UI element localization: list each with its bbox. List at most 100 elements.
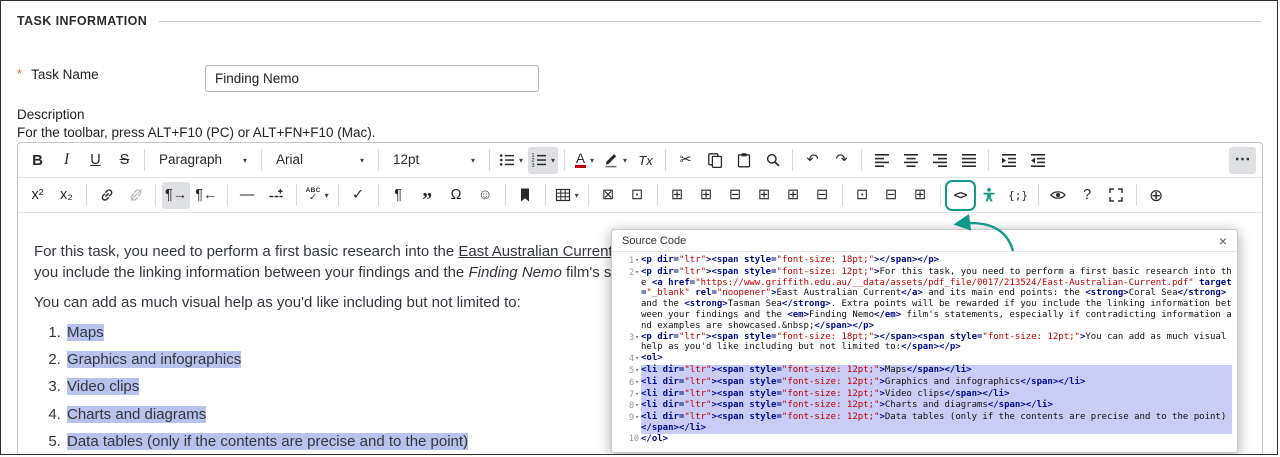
italic-button[interactable]: I	[53, 147, 80, 174]
help-button[interactable]: ?	[1074, 182, 1101, 209]
delete-column-button[interactable]: ⊟	[809, 182, 836, 209]
underline-button[interactable]: U	[82, 147, 109, 174]
italic-text: Finding Nemo	[468, 264, 562, 282]
fold-caret-icon[interactable]: ▾	[635, 366, 639, 374]
emoticons-button[interactable]: ☺	[472, 182, 499, 209]
remove-link-button[interactable]	[122, 182, 149, 209]
line-number: 3▾	[628, 332, 639, 343]
insert-column-before-button[interactable]: ⊞	[751, 182, 778, 209]
toolbar-separator	[261, 149, 262, 171]
cut-icon: ✂	[679, 151, 692, 168]
superscript-button[interactable]: x²	[24, 182, 51, 209]
help-icon: ?	[1083, 186, 1092, 203]
paste-button[interactable]	[730, 147, 757, 174]
undo-button[interactable]: ↶	[799, 147, 826, 174]
cut-button[interactable]: ✂	[672, 147, 699, 174]
fold-caret-icon[interactable]: ▾	[635, 378, 639, 386]
align-left-button[interactable]	[868, 147, 895, 174]
fold-caret-icon[interactable]: ▾	[635, 256, 639, 264]
east-australian-current-link[interactable]: East Australian Current	[458, 243, 612, 260]
page-break-button[interactable]	[263, 182, 290, 209]
delete-row-button[interactable]: ⊟	[722, 182, 749, 209]
clear-formatting-button[interactable]: Tx	[632, 147, 659, 174]
emoticons-icon: ☺	[477, 186, 493, 203]
insert-column-after-icon: ⊞	[787, 186, 800, 203]
delete-table-button[interactable]: ⊠	[595, 182, 622, 209]
text-color-button[interactable]: A ▾	[571, 147, 598, 174]
code-line: 9▾ <li dir="ltr"><span style="font-size: …	[614, 412, 1232, 434]
bold-button[interactable]: B	[24, 147, 51, 174]
fold-caret-icon[interactable]: ▾	[635, 401, 639, 409]
toolbar-separator	[656, 184, 658, 206]
superscript-icon: x²	[31, 186, 44, 203]
merge-cells-icon: ⊟	[885, 186, 898, 203]
format-select[interactable]: Paragraph ▾	[151, 147, 255, 174]
paragraph-marks-icon: ¶	[394, 186, 402, 203]
accessibility-checker-icon	[981, 187, 997, 203]
table-properties-button[interactable]: ⊡	[624, 182, 651, 209]
copy-button[interactable]	[701, 147, 728, 174]
task-name-input[interactable]	[205, 65, 539, 92]
special-character-button[interactable]: Ω	[443, 182, 470, 209]
align-right-button[interactable]	[926, 147, 953, 174]
split-cell-button[interactable]: ⊞	[907, 182, 934, 209]
code-text: <p dir="ltr"><span style="font-size: 18p…	[641, 331, 1232, 353]
spellcheck-button[interactable]: ABC ✓ ▾	[303, 182, 332, 209]
justify-button[interactable]	[955, 147, 982, 174]
merge-cells-button[interactable]: ⊟	[878, 182, 905, 209]
insert-button[interactable]: ⊕	[1143, 182, 1170, 209]
redo-button[interactable]: ↷	[828, 147, 855, 174]
insert-table-icon	[555, 187, 571, 203]
align-center-button[interactable]	[897, 147, 924, 174]
task-name-label: Task Name	[31, 67, 99, 82]
code-sample-button[interactable]: {;}	[1005, 182, 1032, 209]
blockquote-button[interactable]: ”	[414, 182, 441, 210]
outdent-button[interactable]	[1024, 147, 1051, 174]
insert-link-button[interactable]	[93, 182, 120, 209]
rtl-direction-button[interactable]: ¶←	[192, 182, 220, 209]
dropdown-caret-icon: ▾	[359, 155, 364, 165]
search-button[interactable]	[759, 147, 786, 174]
fold-caret-icon[interactable]: ▾	[635, 390, 639, 398]
strikethrough-button[interactable]: S	[111, 147, 138, 174]
close-icon[interactable]: ×	[1217, 234, 1229, 248]
font-family-select[interactable]: Arial ▾	[268, 147, 372, 174]
fold-caret-icon[interactable]: ▾	[635, 354, 639, 362]
subscript-button[interactable]: x₂	[53, 182, 80, 209]
cell-properties-button[interactable]: ⊡	[849, 182, 876, 209]
numbered-list-button[interactable]: ▾	[528, 146, 559, 174]
anchor-button[interactable]	[512, 182, 539, 209]
selected-text: Video clips	[67, 378, 140, 396]
line-number: 8▾	[628, 401, 639, 412]
code-line: 7▾ <li dir="ltr"><span style="font-size: …	[614, 388, 1232, 401]
insert-row-below-button[interactable]: ⊞	[693, 182, 720, 209]
fullscreen-button[interactable]	[1103, 182, 1130, 209]
line-number: 6▾	[628, 377, 639, 388]
indent-button[interactable]	[995, 147, 1022, 174]
source-code-editor[interactable]: 1▾ <p dir="ltr"><span style="font-size: 1…	[612, 251, 1237, 452]
code-text: <p dir="ltr"><span style="font-size: 12p…	[641, 266, 1232, 331]
insert-table-button[interactable]: ▾	[552, 182, 582, 209]
required-marker: *	[17, 66, 23, 81]
preview-button[interactable]	[1045, 182, 1072, 209]
insert-column-after-button[interactable]: ⊞	[780, 182, 807, 209]
remove-link-icon	[128, 187, 144, 203]
ltr-direction-button[interactable]: ¶→	[162, 181, 191, 209]
dialog-header: Source Code ×	[612, 230, 1237, 251]
more-options-button[interactable]: ⋯	[1229, 146, 1256, 174]
fold-caret-icon[interactable]: ▾	[635, 333, 639, 341]
source-code-button[interactable]: <>	[947, 182, 974, 209]
accept-button[interactable]: ✓	[345, 182, 372, 209]
font-size-select[interactable]: 12pt ▾	[385, 147, 483, 174]
fold-caret-icon[interactable]: ▾	[635, 268, 639, 276]
bullet-list-button[interactable]: ▾	[496, 147, 526, 174]
fold-caret-icon[interactable]: ▾	[635, 413, 639, 421]
accessibility-checker-button[interactable]	[976, 182, 1003, 209]
horizontal-rule-button[interactable]: —	[234, 182, 261, 209]
dropdown-caret-icon: ▾	[470, 155, 475, 165]
selected-text: Charts and diagrams	[67, 405, 207, 423]
highlight-color-button[interactable]: ▾	[600, 147, 630, 174]
insert-row-above-button[interactable]: ⊞	[664, 182, 691, 209]
toolbar-separator	[86, 184, 87, 206]
paragraph-marks-button[interactable]: ¶	[385, 182, 412, 209]
